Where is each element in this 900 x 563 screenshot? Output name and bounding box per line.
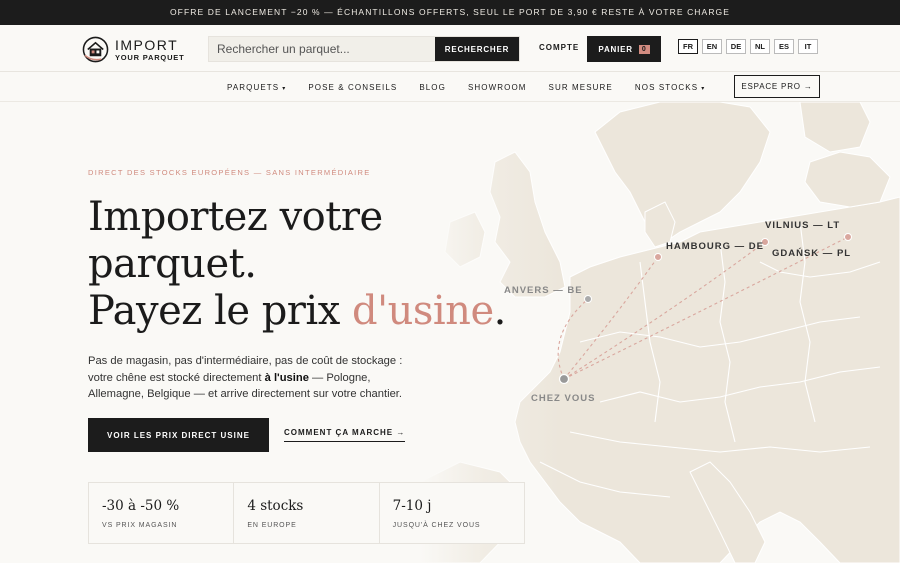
nav-blog-label: BLOG [419, 82, 446, 92]
hero-title-accent: d'usine [352, 288, 494, 334]
map-scandinavia [594, 102, 771, 243]
stat-stocks: 4 stocks EN EUROPE [234, 483, 380, 543]
nav-sur-mesure[interactable]: SUR MESURE [549, 83, 613, 92]
map-label-hamburg: HAMBOURG — DE [666, 241, 764, 252]
hero-lead-strong: à l'usine [264, 371, 309, 384]
stat-delivery: 7-10 j JUSQU'À CHEZ VOUS [380, 483, 524, 543]
espace-pro-button[interactable]: ESPACE PRO → [734, 75, 820, 98]
account-link[interactable]: COMPTE [539, 43, 579, 52]
map-finland [799, 102, 871, 153]
map-baltic-states [804, 151, 891, 208]
factory-prices-button[interactable]: VOIR LES PRIX DIRECT USINE [88, 418, 269, 452]
nav-parquets[interactable]: PARQUETS ▾ [227, 83, 286, 92]
nav-stocks-label: NOS STOCKS [634, 82, 699, 92]
map-point-antwerp [584, 295, 592, 303]
hero-title: Importez votre parquet. Payez le prix d'… [88, 194, 538, 335]
chevron-down-icon: ▾ [282, 85, 287, 92]
stats-panel: -30 à -50 % VS PRIX MAGASIN 4 stocks EN … [88, 482, 525, 544]
hero-lead: Pas de magasin, pas d'intermédiaire, pas… [88, 353, 418, 403]
search-bar: RECHERCHER [208, 36, 520, 62]
chevron-down-icon: ▾ [701, 85, 706, 92]
lang-nl[interactable]: NL [750, 39, 770, 54]
logo-house-icon [82, 36, 109, 63]
announcement-text: OFFRE DE LANCEMENT −20 % — ÉCHANTILLONS … [169, 7, 731, 17]
logo-tagline: YOUR PARQUET [115, 52, 185, 62]
stat-label: EN EUROPE [247, 522, 297, 529]
main-nav: PARQUETS ▾ POSE & CONSEILS BLOG SHOWROOM … [0, 72, 900, 102]
search-input[interactable] [209, 37, 435, 61]
map-label-home: CHEZ VOUS [531, 393, 596, 404]
nav-parquets-label: PARQUETS [227, 82, 280, 92]
hero-section: DIRECT DES STOCKS EUROPÉENS — SANS INTER… [88, 168, 538, 403]
hero-title-line1: Importez votre [88, 194, 383, 240]
map-point-home [558, 373, 570, 385]
lang-it[interactable]: IT [798, 39, 818, 54]
map-label-vilnius: VILNIUS — LT [765, 220, 841, 231]
stat-label: VS PRIX MAGASIN [102, 522, 178, 529]
logo[interactable]: IMPORT YOUR PARQUET [82, 36, 184, 63]
hero-cta-row: VOIR LES PRIX DIRECT USINE COMMENT ÇA MA… [88, 418, 406, 452]
how-it-works-link[interactable]: COMMENT ÇA MARCHE → [284, 428, 406, 442]
lang-es[interactable]: ES [774, 39, 794, 54]
lang-de[interactable]: DE [726, 39, 746, 54]
announcement-bar: OFFRE DE LANCEMENT −20 % — ÉCHANTILLONS … [0, 0, 900, 25]
hero-title-period: . [493, 288, 507, 334]
nav-blog[interactable]: BLOG [419, 83, 446, 92]
search-button[interactable]: RECHERCHER [435, 37, 519, 61]
nav-sur-mesure-label: SUR MESURE [548, 82, 613, 92]
stat-value: 7-10 j [392, 498, 432, 514]
header: IMPORT YOUR PARQUET RECHERCHER COMPTE PA… [0, 25, 900, 72]
map-label-gdansk: GDAŃSK — PL [772, 248, 852, 259]
map-point-gdansk [844, 233, 852, 241]
nav-showroom[interactable]: SHOWROOM [468, 83, 527, 92]
hero-eyebrow: DIRECT DES STOCKS EUROPÉENS — SANS INTER… [88, 168, 371, 177]
nav-pose-conseils[interactable]: POSE & CONSEILS [308, 83, 397, 92]
stat-value: 4 stocks [247, 498, 304, 514]
stat-value: -30 à -50 % [102, 498, 180, 514]
hero-title-line3: Payez le prix [88, 288, 352, 334]
cart-count-badge: 0 [638, 44, 650, 54]
lang-en[interactable]: EN [702, 39, 722, 54]
logo-wordmark: IMPORT [115, 36, 179, 53]
cart-button[interactable]: PANIER 0 [587, 36, 661, 62]
lang-fr[interactable]: FR [678, 39, 698, 54]
hero-title-line2: parquet. [88, 241, 257, 287]
nav-nos-stocks[interactable]: NOS STOCKS ▾ [635, 83, 705, 92]
map-point-hamburg [654, 253, 662, 261]
nav-showroom-label: SHOWROOM [467, 82, 527, 92]
nav-pose-label: POSE & CONSEILS [308, 82, 398, 92]
language-switcher: FR EN DE NL ES IT [678, 39, 818, 54]
stat-label: JUSQU'À CHEZ VOUS [392, 522, 481, 529]
cart-label: PANIER [598, 44, 633, 54]
stat-savings: -30 à -50 % VS PRIX MAGASIN [89, 483, 235, 543]
